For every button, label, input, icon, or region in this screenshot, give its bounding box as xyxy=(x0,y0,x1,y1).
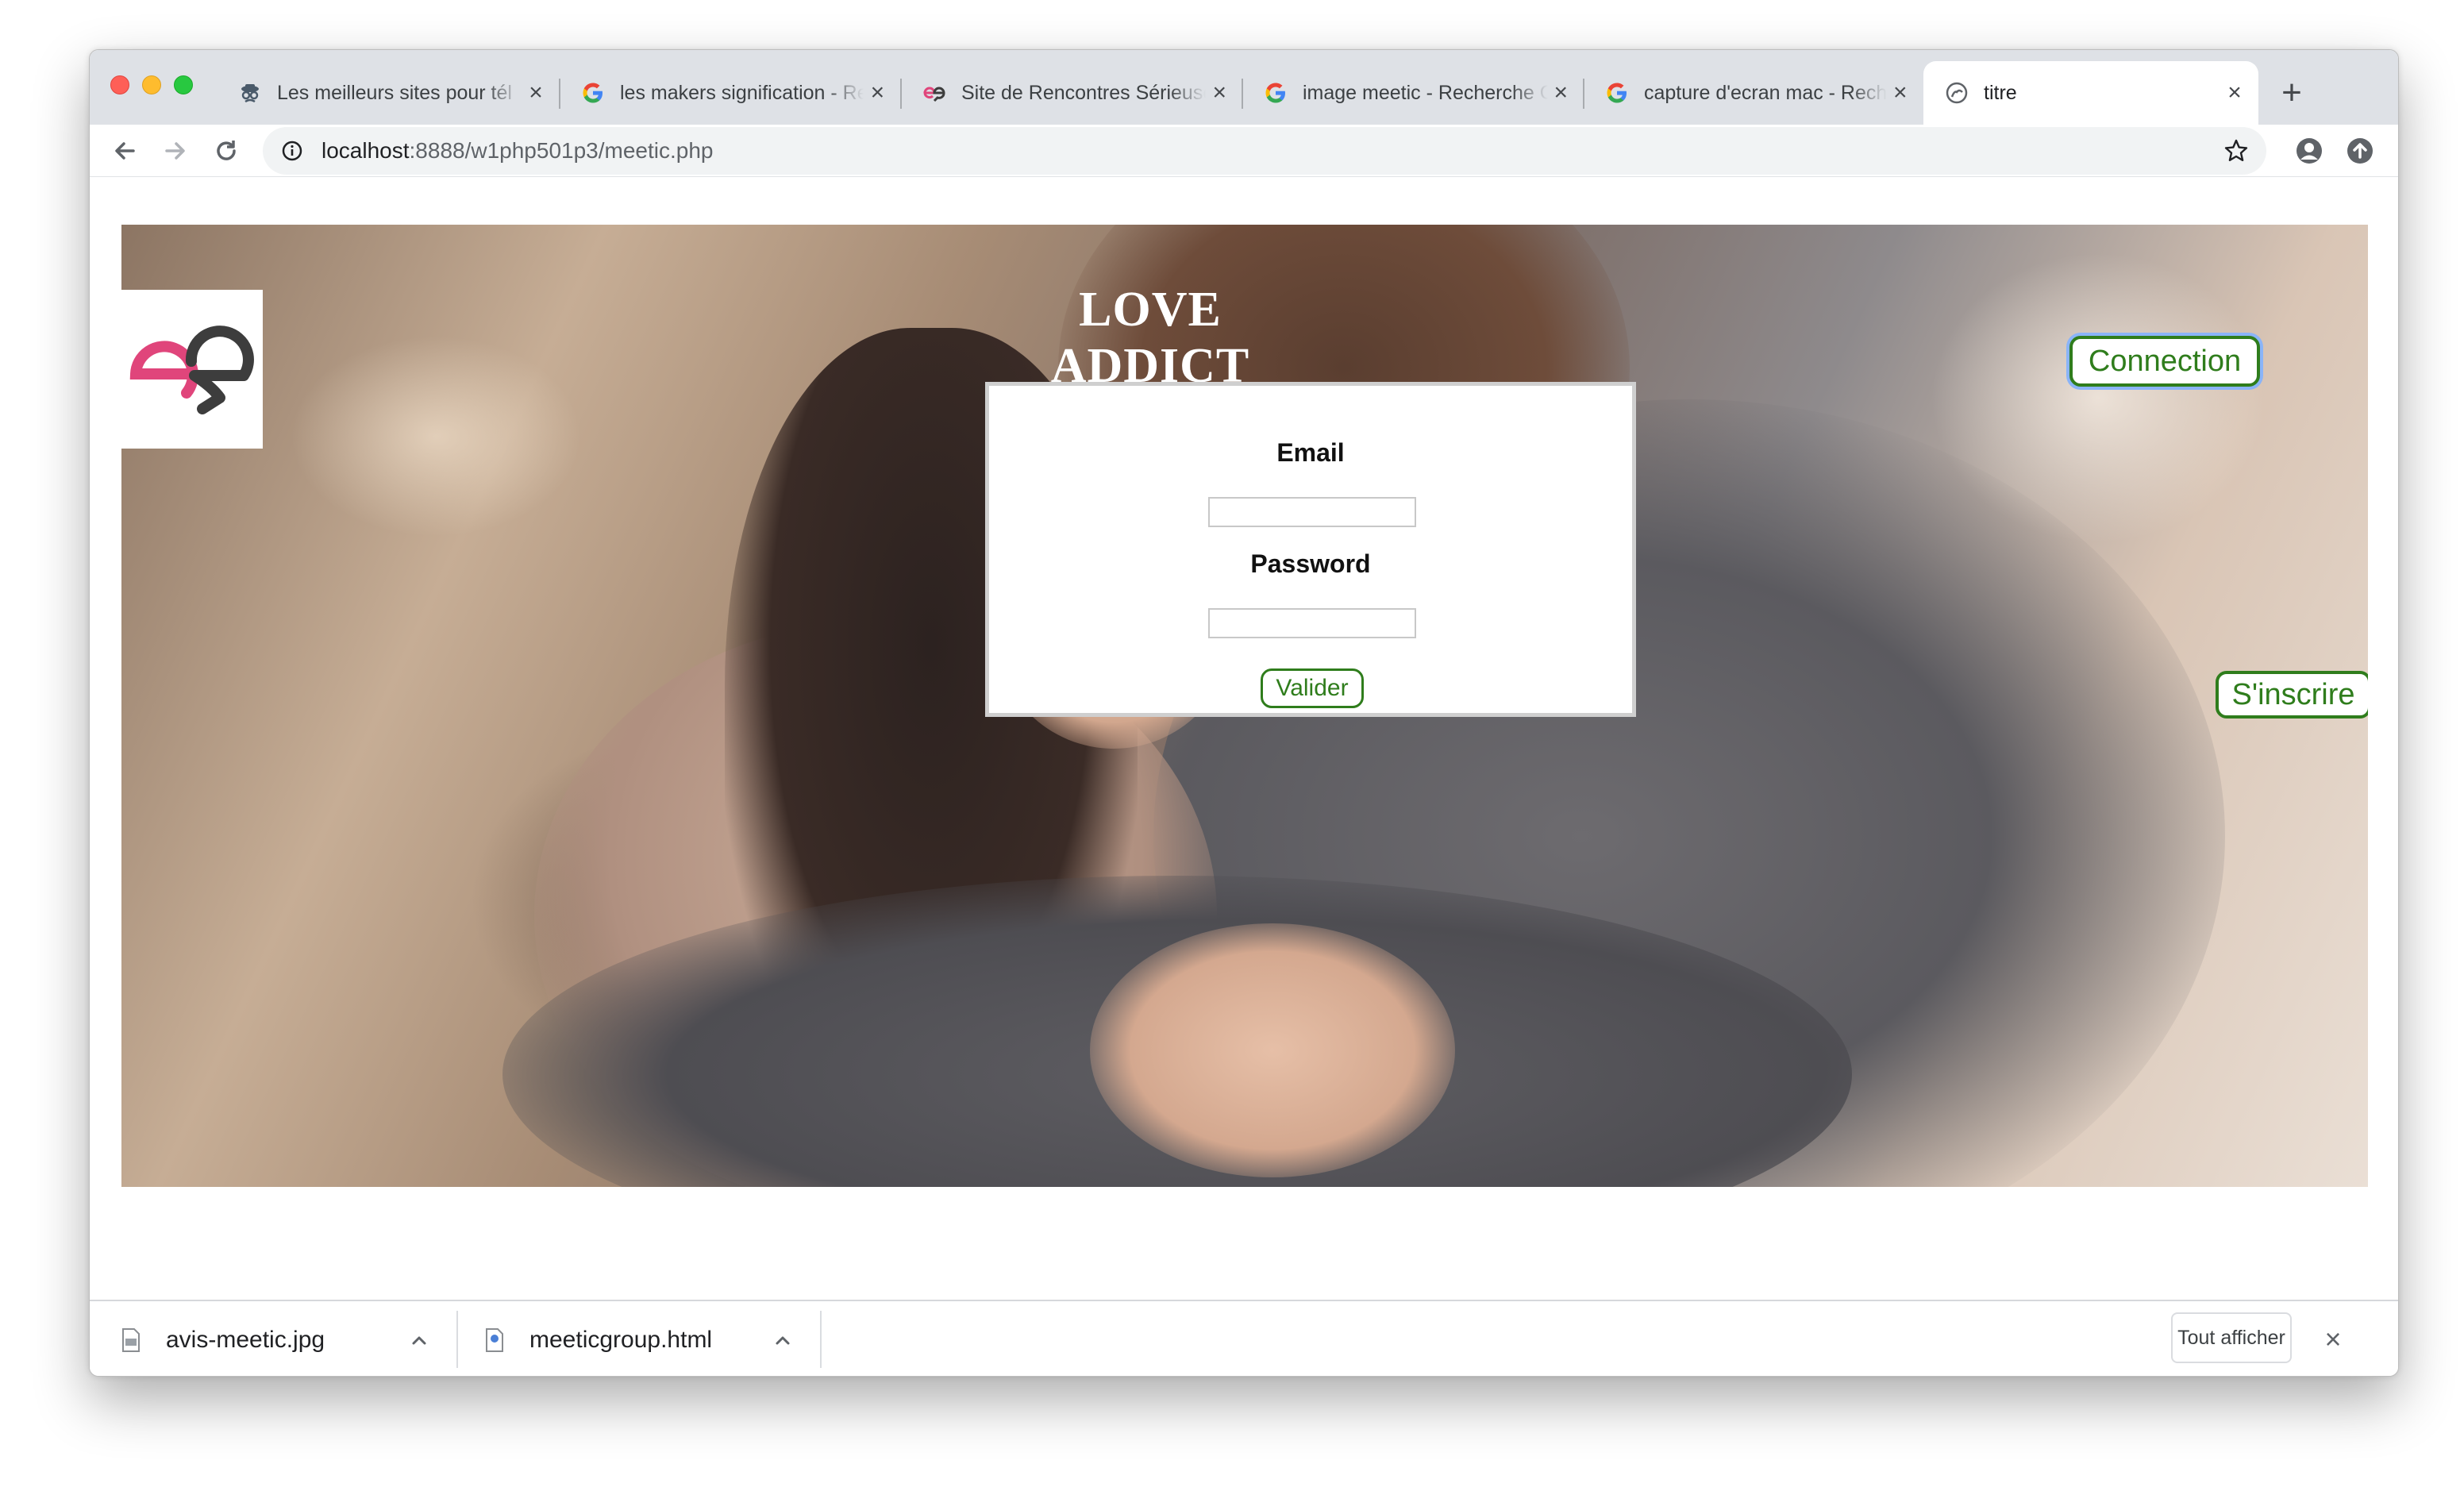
email-field[interactable] xyxy=(1208,497,1416,527)
url-path: :8888/w1php501p3/meetic.php xyxy=(409,138,714,163)
hero-image: LOVE ADDICT Email Password Valider Conne… xyxy=(121,225,2368,1187)
close-icon[interactable]: × xyxy=(1887,79,1914,107)
close-icon[interactable]: × xyxy=(2220,79,2249,107)
tab-1[interactable]: Les meilleurs sites pour tél × xyxy=(217,61,560,125)
browser-window: Les meilleurs sites pour tél × les maker… xyxy=(89,49,2399,1377)
minimize-window-button[interactable] xyxy=(142,75,161,94)
download-divider xyxy=(456,1311,458,1368)
back-arrow-icon xyxy=(115,142,135,160)
zoom-window-button[interactable] xyxy=(174,75,193,94)
google-icon xyxy=(1604,80,1630,106)
tab-3[interactable]: Site de Rencontres Sérieuses × xyxy=(901,61,1243,125)
download-item[interactable]: meeticgroup.html xyxy=(485,1311,818,1370)
close-icon[interactable]: × xyxy=(522,79,550,107)
page-title: LOVE ADDICT xyxy=(1050,283,1250,393)
toolbar: localhost:8888/w1php501p3/meetic.php xyxy=(90,125,2398,177)
close-icon[interactable]: × xyxy=(864,79,891,107)
password-field[interactable] xyxy=(1208,608,1416,638)
meetic-heart-icon xyxy=(922,80,947,106)
tab-title: capture d'ecran mac - Reche xyxy=(1644,81,1887,104)
download-filename: meeticgroup.html xyxy=(529,1327,713,1353)
spy-icon xyxy=(237,80,263,106)
chevron-up-icon[interactable] xyxy=(407,1328,431,1352)
tab-title: titre xyxy=(1984,81,2017,104)
account-icon xyxy=(2297,138,2322,164)
password-label: Password xyxy=(1250,549,1371,578)
login-form: Email Password Valider xyxy=(985,382,1636,717)
tab-strip: Les meilleurs sites pour tél × les maker… xyxy=(90,50,2398,125)
globe-icon xyxy=(1944,80,1969,106)
new-tab-button[interactable]: + xyxy=(2270,71,2314,115)
tab-5[interactable]: capture d'ecran mac - Reche × xyxy=(1584,61,1923,125)
google-icon xyxy=(580,80,606,106)
submit-button[interactable]: Valider xyxy=(1261,668,1364,708)
tab-title: Site de Rencontres Sérieuses xyxy=(961,81,1207,104)
forward-button[interactable] xyxy=(156,132,194,170)
bookmark-star-icon[interactable] xyxy=(2223,138,2249,164)
tab-active[interactable]: titre × xyxy=(1923,61,2258,125)
tab-title: image meetic - Recherche Go xyxy=(1303,81,1548,104)
update-button[interactable] xyxy=(2341,132,2379,170)
email-label: Email xyxy=(1276,438,1345,467)
update-arrow-icon xyxy=(2347,138,2373,164)
back-button[interactable] xyxy=(106,132,144,170)
tab-title: Les meilleurs sites pour tél xyxy=(277,81,512,104)
close-shelf-icon[interactable]: × xyxy=(2317,1323,2349,1355)
signup-button[interactable]: S'inscrire xyxy=(2216,671,2368,719)
download-filename: avis-meetic.jpg xyxy=(166,1327,325,1353)
close-icon[interactable]: × xyxy=(1206,79,1233,107)
tab-4[interactable]: image meetic - Recherche Go × xyxy=(1242,61,1584,125)
html-file-icon xyxy=(485,1328,504,1352)
meetic-logo-icon xyxy=(129,326,254,414)
download-item[interactable]: avis-meetic.jpg xyxy=(121,1311,455,1370)
url-host: localhost xyxy=(321,138,410,163)
forward-arrow-icon xyxy=(165,142,185,160)
google-icon xyxy=(1263,80,1288,106)
show-all-downloads-button[interactable]: Tout afficher xyxy=(2171,1312,2292,1363)
chevron-up-icon[interactable] xyxy=(771,1328,795,1352)
close-window-button[interactable] xyxy=(110,75,129,94)
reload-icon xyxy=(217,141,236,160)
connection-button[interactable]: Connection xyxy=(2069,336,2260,387)
image-file-icon xyxy=(121,1328,141,1352)
hero-photo-detail xyxy=(1090,923,1455,1177)
profile-button[interactable] xyxy=(2290,132,2328,170)
download-divider xyxy=(820,1311,822,1368)
info-icon[interactable] xyxy=(280,139,304,163)
close-icon[interactable]: × xyxy=(1548,79,1574,107)
address-bar[interactable]: localhost:8888/w1php501p3/meetic.php xyxy=(263,127,2266,175)
reload-button[interactable] xyxy=(207,132,245,170)
tab-2[interactable]: les makers signification - Re × xyxy=(560,61,902,125)
page-content: LOVE ADDICT Email Password Valider Conne… xyxy=(90,177,2398,1300)
download-shelf: avis-meetic.jpg meeticgroup.html Tout af… xyxy=(90,1300,2398,1376)
tab-title: les makers signification - Re xyxy=(620,81,864,104)
site-logo xyxy=(121,290,263,449)
